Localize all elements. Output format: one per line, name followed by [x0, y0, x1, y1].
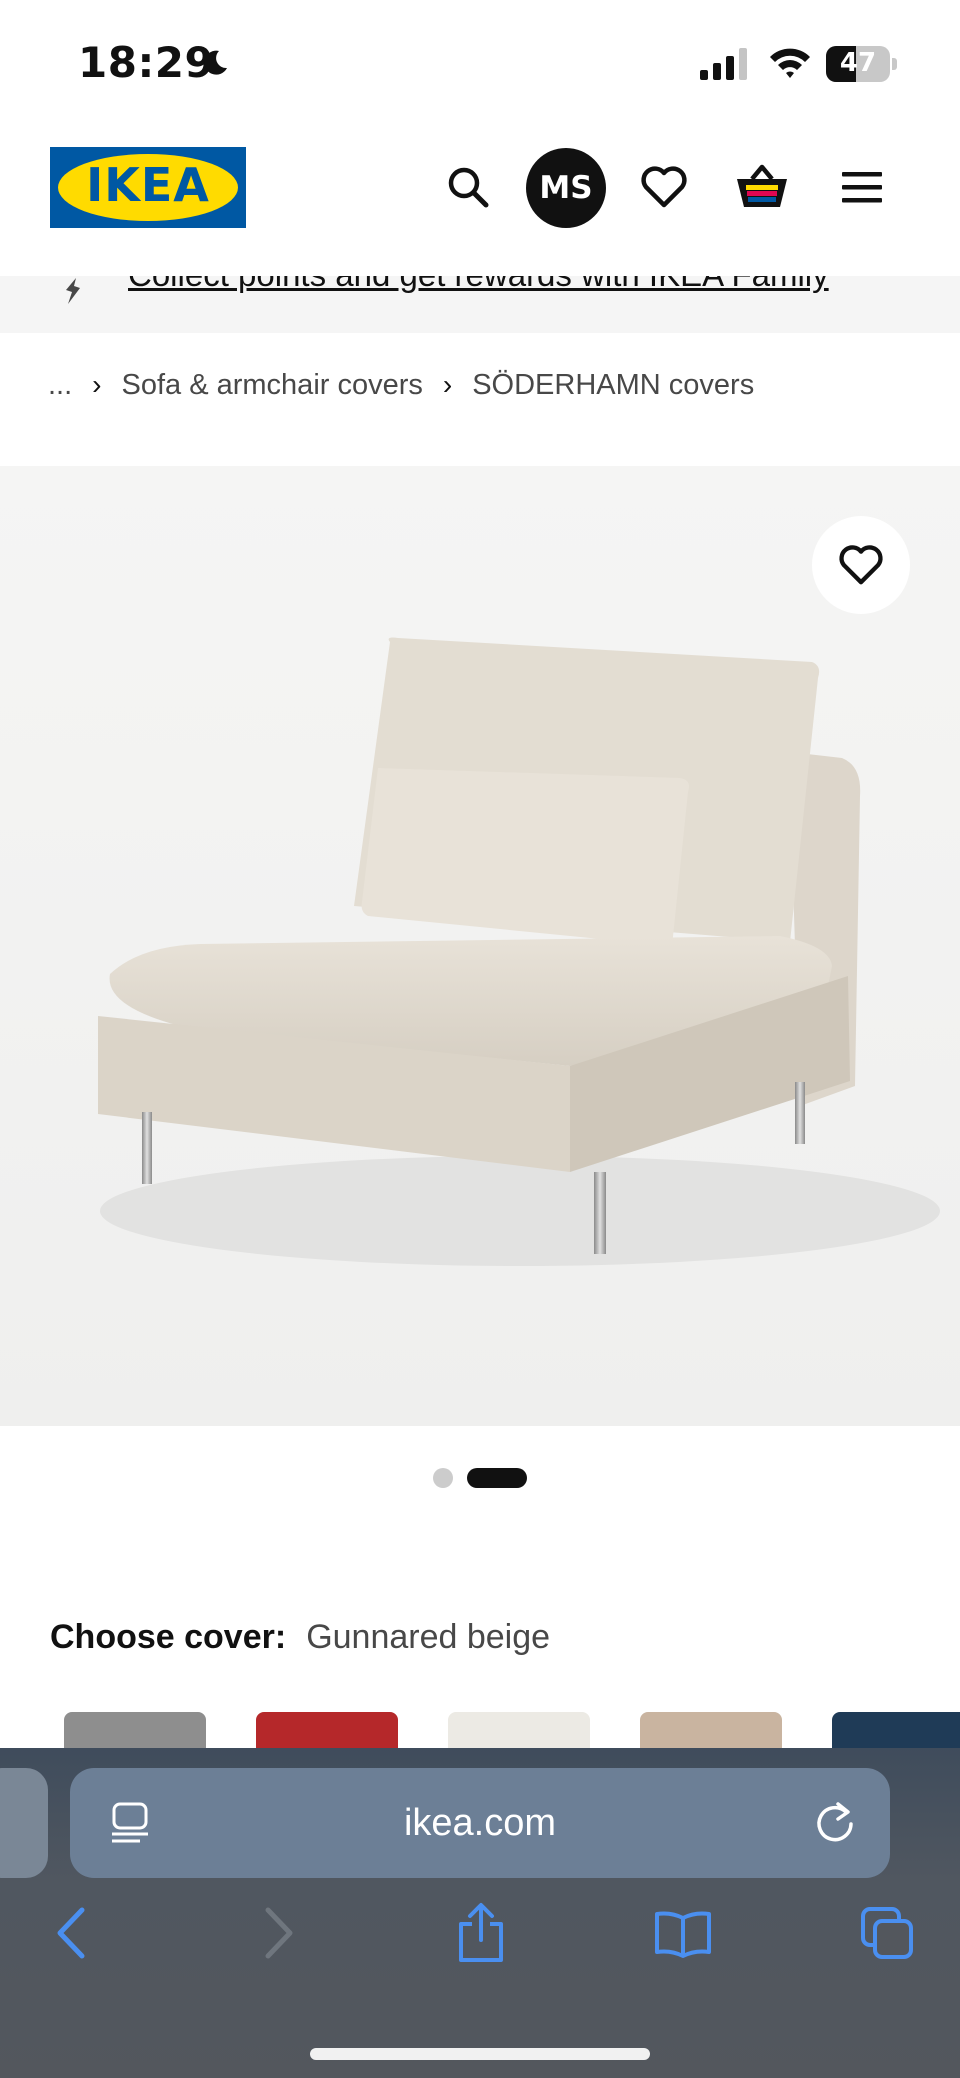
add-to-favourites-button[interactable] — [812, 516, 910, 614]
share-icon — [459, 1903, 503, 1962]
site-header: IKEA MS — [0, 120, 960, 276]
basket-icon — [737, 164, 787, 207]
pagination-dot[interactable] — [467, 1468, 527, 1488]
image-pagination — [0, 1466, 960, 1490]
heart-icon — [641, 166, 687, 208]
moon-icon — [204, 50, 227, 75]
product-image[interactable] — [0, 466, 960, 1426]
battery-level: 47 — [839, 48, 877, 78]
search-button[interactable] — [428, 147, 508, 227]
bookmarks-button[interactable] — [648, 1898, 718, 1968]
share-button[interactable] — [446, 1898, 516, 1968]
chevron-right-icon: › — [92, 369, 102, 400]
menu-icon — [842, 172, 882, 203]
logo-text: IKEA — [86, 158, 210, 212]
status-time: 18:29 — [78, 38, 215, 87]
forward-button[interactable] — [244, 1898, 314, 1968]
heart-icon — [839, 545, 883, 585]
favourites-button[interactable] — [624, 147, 704, 227]
armchair-image — [0, 466, 960, 1426]
reload-icon[interactable] — [812, 1800, 858, 1846]
search-icon — [448, 167, 489, 208]
home-indicator[interactable] — [310, 2048, 650, 2060]
battery-icon: 47 — [826, 46, 897, 82]
menu-button[interactable] — [822, 147, 902, 227]
breadcrumb: ... › Sofa & armchair covers › SÖDERHAMN… — [48, 364, 754, 406]
ikea-logo[interactable]: IKEA — [50, 147, 246, 228]
forward-icon — [265, 1907, 293, 1959]
cover-selector: Choose cover: Gunnared beige — [50, 1618, 550, 1657]
choose-cover-label: Choose cover: — [50, 1618, 287, 1656]
tabs-button[interactable] — [852, 1898, 922, 1968]
back-button[interactable] — [36, 1898, 106, 1968]
back-icon — [57, 1907, 85, 1959]
family-banner[interactable]: Collect points and get rewards with IKEA… — [0, 276, 960, 333]
address-bar[interactable]: ikea.com — [70, 1768, 890, 1878]
wifi-icon — [770, 48, 810, 78]
tabs-icon — [861, 1907, 913, 1959]
breadcrumb-item-sofa-covers[interactable]: Sofa & armchair covers — [122, 369, 423, 402]
browser-toolbar: ikea.com — [0, 1748, 960, 2078]
pagination-dot[interactable] — [433, 1468, 453, 1488]
url-text[interactable]: ikea.com — [70, 1802, 890, 1845]
cover-swatches — [0, 1712, 960, 1792]
previous-tab-preview[interactable] — [0, 1768, 48, 1878]
avatar[interactable]: MS — [526, 148, 606, 228]
family-banner-link[interactable]: Collect points and get rewards with IKEA… — [128, 276, 829, 294]
status-bar: 18:29 47 — [0, 0, 960, 120]
chevron-right-icon: › — [442, 369, 453, 400]
cellular-signal-icon — [700, 48, 747, 80]
basket-button[interactable] — [722, 147, 802, 227]
breadcrumb-ellipsis[interactable]: ... — [48, 369, 72, 402]
breadcrumb-item-soderhamn-covers[interactable]: SÖDERHAMN covers — [472, 369, 754, 402]
bookmarks-icon — [655, 1911, 711, 1958]
choose-cover-value: Gunnared beige — [306, 1618, 551, 1656]
family-icon — [66, 278, 80, 304]
